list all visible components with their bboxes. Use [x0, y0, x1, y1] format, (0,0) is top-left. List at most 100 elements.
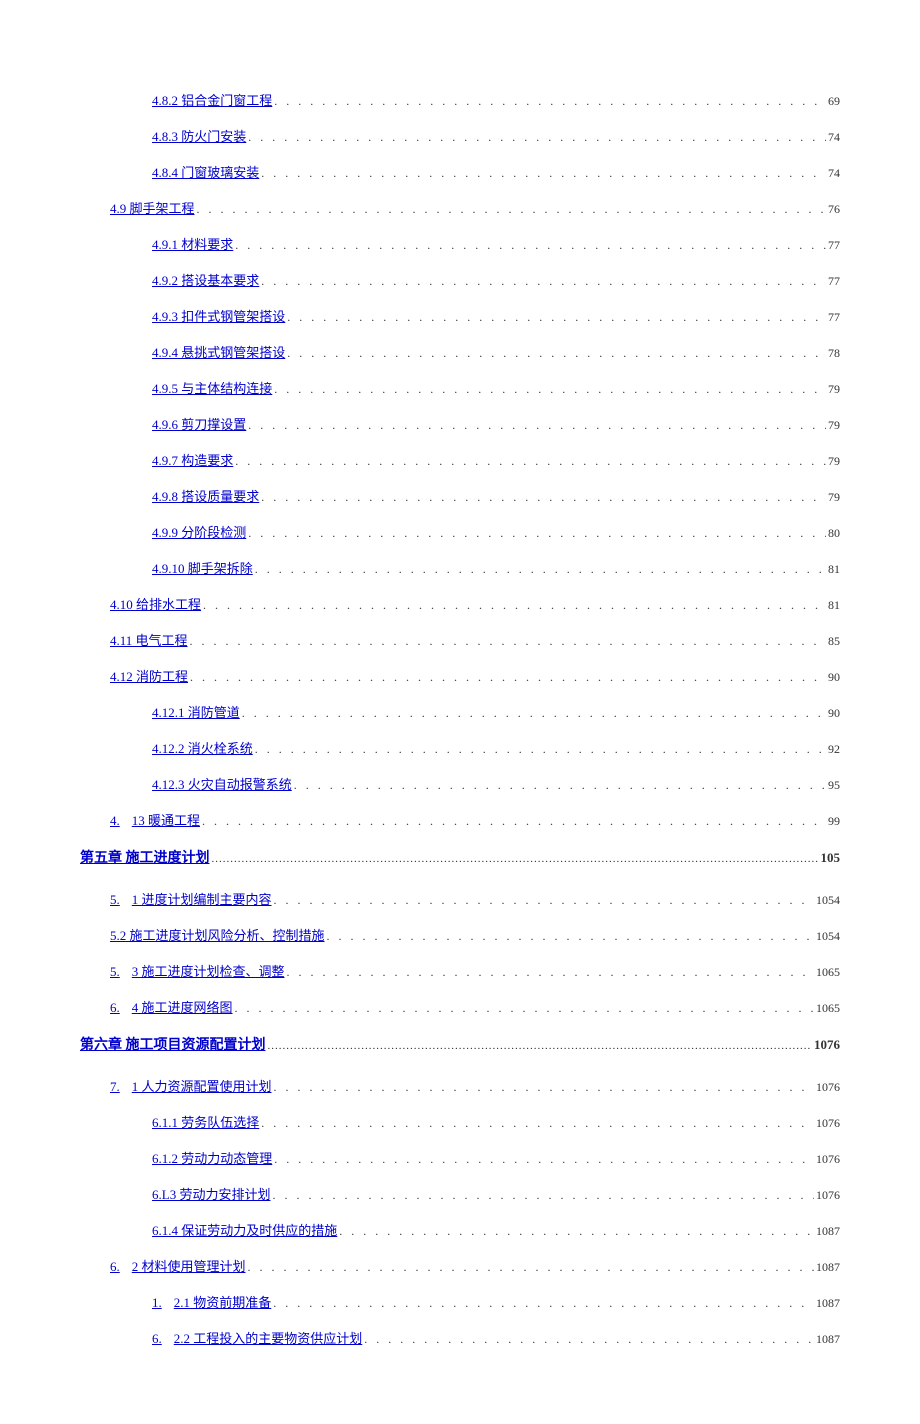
- toc-page-number: 1054: [814, 929, 840, 944]
- toc-entry: 4.8.4 门窗玻璃安装 74: [152, 162, 840, 181]
- toc-page-number: 90: [826, 706, 840, 721]
- toc-link[interactable]: 4.10 给排水工程: [110, 594, 201, 613]
- toc-link[interactable]: 13 暖通工程: [132, 810, 200, 829]
- toc-entry: 6.1.2 劳动力动态管理1076: [152, 1148, 840, 1167]
- toc-page-number: 90: [826, 670, 840, 685]
- toc-link[interactable]: 4 施工进度网络图: [132, 997, 233, 1016]
- toc-link[interactable]: 4.12 消防工程: [110, 666, 188, 685]
- toc-link[interactable]: 4.9.4 悬挑式钢管架搭设: [152, 342, 285, 361]
- toc-page-number: 79: [826, 454, 840, 469]
- toc-link[interactable]: 4.9.6 剪刀撑设置: [152, 414, 246, 433]
- toc-page-number: 1065: [814, 965, 840, 980]
- toc-leader-dots: [246, 418, 826, 433]
- toc-leader-dots: [253, 742, 826, 757]
- toc-link[interactable]: 4.9.2 搭设基本要求: [152, 270, 259, 289]
- toc-leader-dots: [272, 1080, 814, 1095]
- toc-link[interactable]: 4.9.7 构造要求: [152, 450, 233, 469]
- toc-leader-dots: [259, 490, 826, 505]
- toc-link-prefix[interactable]: 7.: [110, 1079, 120, 1095]
- toc-link[interactable]: 6.1.1 劳务队伍选择: [152, 1112, 259, 1131]
- toc-link[interactable]: 4.9.1 材料要求: [152, 234, 233, 253]
- toc-leader-dots: [233, 238, 826, 253]
- toc-link[interactable]: 4.9.9 分阶段检测: [152, 522, 246, 541]
- toc-entry: 4.11 电气工程85: [110, 630, 840, 649]
- toc-link[interactable]: 6.L3 劳动力安排计划: [152, 1184, 270, 1203]
- toc-leader-dots: [188, 670, 826, 685]
- toc-leader-dots: [266, 1040, 813, 1052]
- toc-leader-dots: [233, 1001, 814, 1016]
- toc-link[interactable]: 1 进度计划编制主要内容: [132, 889, 272, 908]
- toc-link[interactable]: 4.8.4 门窗玻璃安装: [152, 162, 259, 181]
- toc-link[interactable]: 2.1 物资前期准备: [174, 1292, 272, 1311]
- toc-leader-dots: [272, 94, 826, 109]
- toc-entry: 4.8.3 防火门安装 74: [152, 126, 840, 145]
- toc-leader-dots: [210, 853, 819, 865]
- toc-page-number: 79: [826, 382, 840, 397]
- toc-entry: 1. 2.1 物资前期准备 1087: [152, 1292, 840, 1311]
- toc-page-number: 99: [826, 814, 840, 829]
- toc-leader-dots: [233, 454, 826, 469]
- toc-link[interactable]: 6.1.2 劳动力动态管理: [152, 1148, 272, 1167]
- toc-entry: 6.2.2 工程投入的主要物资供应计划1087: [152, 1328, 840, 1347]
- toc-leader-dots: [337, 1224, 814, 1239]
- toc-page-number: 77: [826, 310, 840, 325]
- toc-link[interactable]: 2 材料使用管理计划: [132, 1256, 246, 1275]
- toc-leader-dots: [259, 1116, 814, 1131]
- toc-leader-dots: [325, 929, 814, 944]
- toc-link[interactable]: 4.8.3 防火门安装: [152, 126, 246, 145]
- toc-link-prefix[interactable]: 6.: [110, 1259, 120, 1275]
- toc-link[interactable]: 5.2 施工进度计划风险分析、控制措施: [110, 925, 325, 944]
- toc-entry: 6. 2 材料使用管理计划 1087: [110, 1256, 840, 1275]
- toc-entry: 4.9.2 搭设基本要求77: [152, 270, 840, 289]
- toc-link[interactable]: 4.9.8 搭设质量要求: [152, 486, 259, 505]
- toc-link-prefix[interactable]: 5.: [110, 892, 120, 908]
- toc-link[interactable]: 3 施工进度计划检查、调整: [132, 961, 285, 980]
- toc-page-number: 1076: [814, 1080, 840, 1095]
- toc-page-number: 1087: [814, 1296, 840, 1311]
- toc-link[interactable]: 4.9.10 脚手架拆除: [152, 558, 253, 577]
- toc-page-number: 79: [826, 490, 840, 505]
- toc-link[interactable]: 第六章 施工项目资源配置计划: [80, 1034, 266, 1054]
- toc-page-number: 1076: [814, 1188, 840, 1203]
- toc-link[interactable]: 4.12.2 消火栓系统: [152, 738, 253, 757]
- toc-link[interactable]: 4.8.2 铝合金门窗工程: [152, 90, 272, 109]
- toc-page-number: 78: [826, 346, 840, 361]
- toc-entry: 4.12 消防工程 90: [110, 666, 840, 685]
- toc-entry: 5.2 施工进度计划风险分析、控制措施 1054: [110, 925, 840, 944]
- toc-link[interactable]: 4.9 脚手架工程: [110, 198, 195, 217]
- toc-leader-dots: [270, 1188, 814, 1203]
- toc-page-number: 79: [826, 418, 840, 433]
- toc-link-prefix[interactable]: 4.: [110, 813, 120, 829]
- toc-link-prefix[interactable]: 6.: [110, 1000, 120, 1016]
- toc-leader-dots: [246, 1260, 814, 1275]
- toc-link[interactable]: 4.9.5 与主体结构连接: [152, 378, 272, 397]
- toc-page-number: 76: [826, 202, 840, 217]
- toc-leader-dots: [285, 346, 826, 361]
- toc-leader-dots: [272, 893, 814, 908]
- toc-link[interactable]: 第五章 施工进度计划: [80, 847, 210, 867]
- toc-entry: 第六章 施工项目资源配置计划1076: [80, 1034, 840, 1054]
- toc-link[interactable]: 4.12.1 消防管道: [152, 702, 240, 721]
- toc-leader-dots: [259, 166, 826, 181]
- toc-link[interactable]: 6.1.4 保证劳动力及时供应的措施: [152, 1220, 337, 1239]
- toc-entry: 4.12.1 消防管道 90: [152, 702, 840, 721]
- toc-link-prefix[interactable]: 6.: [152, 1331, 162, 1347]
- toc-page-number: 92: [826, 742, 840, 757]
- toc-link[interactable]: 4.9.3 扣件式钢管架搭设: [152, 306, 285, 325]
- toc-link[interactable]: 2.2 工程投入的主要物资供应计划: [174, 1328, 363, 1347]
- toc-link[interactable]: 1 人力资源配置使用计划: [132, 1076, 272, 1095]
- toc-entry: 5.1 进度计划编制主要内容1054: [110, 889, 840, 908]
- toc-leader-dots: [272, 382, 826, 397]
- toc-leader-dots: [272, 1152, 814, 1167]
- toc-link-prefix[interactable]: 1.: [152, 1295, 162, 1311]
- toc-page-number: 80: [826, 526, 840, 541]
- toc-entry: 4.9.9 分阶段检测 80: [152, 522, 840, 541]
- toc-page-number: 1087: [814, 1260, 840, 1275]
- toc-page-number: 81: [826, 598, 840, 613]
- toc-link[interactable]: 4.12.3 火灾自动报警系统: [152, 774, 292, 793]
- toc-link-prefix[interactable]: 5.: [110, 964, 120, 980]
- toc-leader-dots: [246, 526, 826, 541]
- toc-page-number: 74: [826, 166, 840, 181]
- toc-link[interactable]: 4.11 电气工程: [110, 630, 188, 649]
- toc-page-number: 74: [826, 130, 840, 145]
